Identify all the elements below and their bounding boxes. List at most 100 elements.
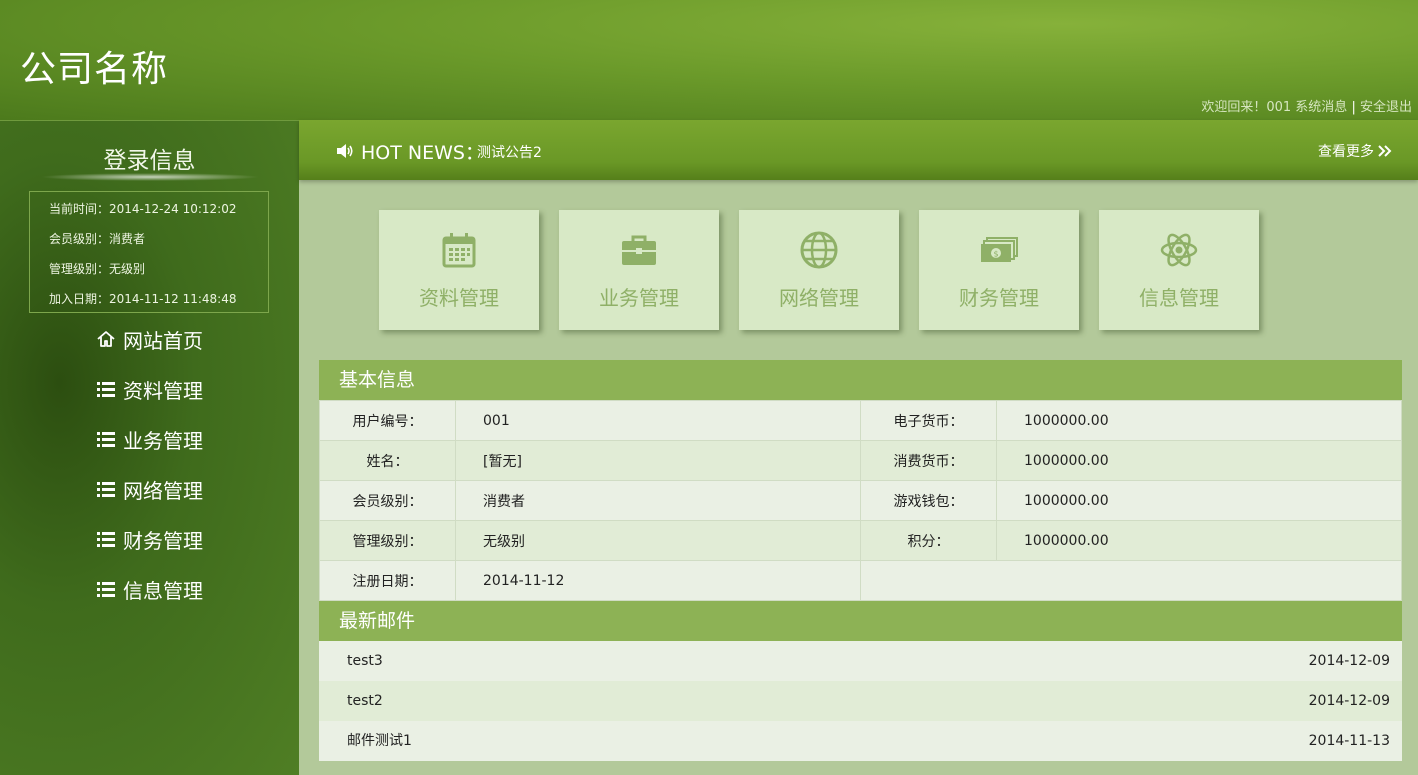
login-value: 无级别 — [109, 262, 146, 276]
mail-date: 2014-12-09 — [1308, 693, 1390, 709]
mail-date: 2014-12-09 — [1308, 653, 1390, 669]
list-item[interactable]: 邮件测试1 2014-11-13 — [319, 721, 1402, 761]
tile-business-management[interactable]: 业务管理 — [559, 210, 719, 330]
info-value: 1000000.00 — [996, 520, 1402, 561]
table-row: 会员级别： 消费者 游戏钱包： 1000000.00 — [319, 480, 1402, 521]
info-label: 会员级别： — [319, 480, 456, 521]
speaker-icon — [335, 142, 355, 164]
info-value: [暂无] — [455, 440, 861, 481]
sidebar-item-finance[interactable]: 财务管理 — [95, 524, 203, 554]
tile-label: 业务管理 — [599, 286, 679, 310]
mail-subject[interactable]: test2 — [347, 681, 383, 721]
login-value: 2014-12-24 10:12:02 — [109, 202, 237, 216]
table-row: 用户编号： 001 电子货币： 1000000.00 — [319, 400, 1402, 441]
login-value: 消费者 — [109, 232, 146, 246]
info-label: 管理级别： — [319, 520, 456, 561]
company-logo-text: 公司名称 — [20, 49, 169, 90]
sidebar-item-label: 资料管理 — [123, 378, 203, 403]
list-icon — [95, 379, 117, 399]
info-label: 游戏钱包： — [860, 480, 997, 521]
view-more-link[interactable]: 查看更多 — [1318, 141, 1392, 161]
money-icon: $ — [979, 230, 1019, 270]
view-more-label: 查看更多 — [1318, 144, 1374, 160]
info-value: 1000000.00 — [996, 400, 1402, 441]
list-icon — [95, 529, 117, 549]
empty-cell — [860, 560, 1402, 601]
system-messages-link[interactable]: 系统消息 — [1295, 100, 1347, 115]
list-icon — [95, 429, 117, 449]
tile-label: 网络管理 — [779, 286, 859, 310]
header: 公司名称 欢迎回来！001 系统消息 | 安全退出 — [0, 0, 1418, 120]
main-content: HOT NEWS： 测试公告2 查看更多 资料管理 业务管理 网络管理 $ 财务… — [299, 120, 1418, 775]
table-row: 姓名： [暂无] 消费货币： 1000000.00 — [319, 440, 1402, 481]
list-icon — [95, 479, 117, 499]
info-value: 1000000.00 — [996, 440, 1402, 481]
sidebar-item-label: 财务管理 — [123, 528, 203, 553]
info-label: 用户编号： — [319, 400, 456, 441]
list-item[interactable]: test3 2014-12-09 — [319, 641, 1402, 681]
basic-info-table: 用户编号： 001 电子货币： 1000000.00 姓名： [暂无] 消费货币… — [319, 400, 1402, 601]
info-value: 无级别 — [455, 520, 861, 561]
tile-profile-management[interactable]: 资料管理 — [379, 210, 539, 330]
logout-link[interactable]: 安全退出 — [1360, 100, 1412, 115]
mail-subject[interactable]: test3 — [347, 641, 383, 681]
hot-news-headline[interactable]: 测试公告2 — [477, 142, 542, 162]
info-label: 注册日期： — [319, 560, 456, 601]
double-chevron-right-icon — [1378, 145, 1392, 157]
mail-subject[interactable]: 邮件测试1 — [347, 721, 412, 761]
hot-news-label: HOT NEWS： — [361, 142, 484, 164]
topbar-separator: | — [1351, 100, 1356, 115]
calendar-icon — [439, 230, 479, 270]
sidebar-item-messages[interactable]: 信息管理 — [95, 574, 203, 604]
tile-finance-management[interactable]: $ 财务管理 — [919, 210, 1079, 330]
sidebar-item-home[interactable]: 网站首页 — [95, 324, 203, 354]
login-row-member-level: 会员级别：消费者 — [49, 230, 145, 247]
briefcase-icon — [619, 230, 659, 270]
list-item[interactable]: test2 2014-12-09 — [319, 681, 1402, 721]
top-user-bar: 欢迎回来！001 系统消息 | 安全退出 — [1201, 96, 1412, 115]
sidebar-item-profile[interactable]: 资料管理 — [95, 374, 203, 404]
info-label: 积分： — [860, 520, 997, 561]
sidebar-item-label: 网络管理 — [123, 478, 203, 503]
tile-label: 资料管理 — [419, 286, 499, 310]
sidebar-item-label: 网站首页 — [123, 328, 203, 353]
login-value: 2014-11-12 11:48:48 — [109, 292, 237, 306]
tile-message-management[interactable]: 信息管理 — [1099, 210, 1259, 330]
login-label: 当前时间： — [49, 202, 110, 216]
info-value: 2014-11-12 — [455, 560, 861, 601]
globe-icon — [799, 230, 839, 270]
login-info-box: 当前时间：2014-12-24 10:12:02 会员级别：消费者 管理级别：无… — [29, 191, 269, 313]
login-label: 管理级别： — [49, 262, 110, 276]
login-row-admin-level: 管理级别：无级别 — [49, 260, 145, 277]
basic-info-header: 基本信息 — [319, 360, 1402, 400]
login-label: 会员级别： — [49, 232, 110, 246]
login-row-time: 当前时间：2014-12-24 10:12:02 — [49, 200, 236, 217]
sidebar-item-label: 业务管理 — [123, 428, 203, 453]
title-glow — [40, 173, 260, 181]
info-label: 消费货币： — [860, 440, 997, 481]
info-label: 电子货币： — [860, 400, 997, 441]
login-row-join-date: 加入日期：2014-11-12 11:48:48 — [49, 290, 236, 307]
login-label: 加入日期： — [49, 292, 110, 306]
info-label: 姓名： — [319, 440, 456, 481]
login-info-title: 登录信息 — [103, 148, 196, 174]
sidebar-item-business[interactable]: 业务管理 — [95, 424, 203, 454]
atom-icon — [1159, 230, 1199, 270]
info-value: 消费者 — [455, 480, 861, 521]
svg-text:$: $ — [993, 250, 998, 259]
tile-network-management[interactable]: 网络管理 — [739, 210, 899, 330]
tile-label: 财务管理 — [959, 286, 1039, 310]
hot-news-bar: HOT NEWS： 测试公告2 查看更多 — [299, 120, 1418, 180]
info-value: 001 — [455, 400, 861, 441]
table-row: 注册日期： 2014-11-12 — [319, 560, 1402, 601]
table-row: 管理级别： 无级别 积分： 1000000.00 — [319, 520, 1402, 561]
info-value: 1000000.00 — [996, 480, 1402, 521]
home-icon — [95, 329, 117, 349]
welcome-text: 欢迎回来！001 — [1201, 100, 1292, 115]
mail-date: 2014-11-13 — [1308, 733, 1390, 749]
sidebar-item-label: 信息管理 — [123, 578, 203, 603]
latest-mail-header: 最新邮件 — [319, 601, 1402, 641]
sidebar-item-network[interactable]: 网络管理 — [95, 474, 203, 504]
list-icon — [95, 579, 117, 599]
tile-label: 信息管理 — [1139, 286, 1219, 310]
